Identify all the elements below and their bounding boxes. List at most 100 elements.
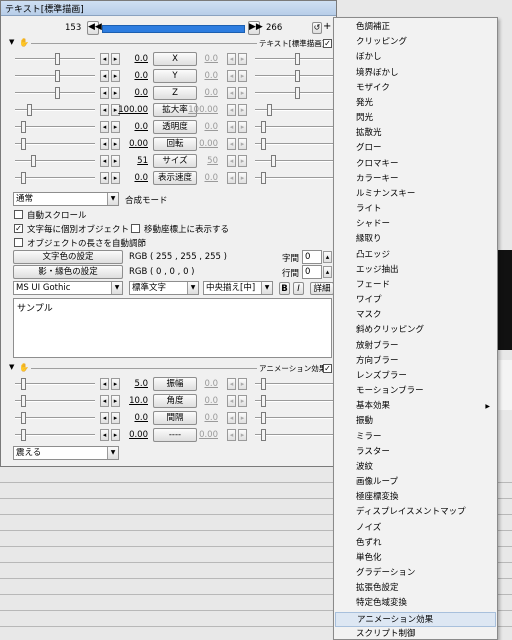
menu-item[interactable]: ミラー bbox=[335, 430, 496, 445]
anim-param-value[interactable]: 0.0 bbox=[118, 413, 148, 423]
param-slider-left[interactable] bbox=[15, 138, 95, 150]
param-value[interactable]: 0.0 bbox=[118, 173, 148, 183]
menu-item[interactable]: フェード bbox=[335, 278, 496, 293]
font-family-select[interactable]: MS UI Gothic ▼ bbox=[13, 281, 123, 295]
param-slider-left[interactable] bbox=[15, 104, 95, 116]
anim-collapse-arrow-icon[interactable]: ▼ bbox=[9, 363, 14, 371]
param-end-increment-button[interactable]: ▸ bbox=[238, 121, 247, 133]
param-slider-right[interactable] bbox=[255, 121, 335, 133]
anim-param-slider-right[interactable] bbox=[255, 378, 335, 390]
detail-button[interactable]: 詳細 bbox=[310, 282, 334, 295]
menu-item[interactable]: マスク bbox=[335, 308, 496, 323]
per-char-checkbox[interactable]: ✓ bbox=[14, 224, 23, 233]
auto-scroll-checkbox[interactable] bbox=[14, 210, 23, 219]
param-slider-left[interactable] bbox=[15, 172, 95, 184]
param-end-decrement-button[interactable]: ◂ bbox=[227, 172, 236, 184]
param-decrement-button[interactable]: ◂ bbox=[100, 87, 109, 99]
param-decrement-button[interactable]: ◂ bbox=[100, 53, 109, 65]
menu-item[interactable]: アニメーション効果 bbox=[335, 611, 496, 627]
anim-param-end-increment-button[interactable]: ▸ bbox=[238, 378, 247, 390]
anim-param-end-increment-button[interactable]: ▸ bbox=[238, 429, 247, 441]
line-spacing-spin[interactable]: ▴ bbox=[323, 266, 332, 278]
param-slider-right[interactable] bbox=[255, 172, 335, 184]
menu-item[interactable]: 縁取り bbox=[335, 232, 496, 247]
bold-button[interactable]: B bbox=[279, 282, 290, 295]
menu-item[interactable]: レンズブラー bbox=[335, 369, 496, 384]
anim-param-slider-right[interactable] bbox=[255, 395, 335, 407]
param-end-decrement-button[interactable]: ◂ bbox=[227, 121, 236, 133]
param-end-decrement-button[interactable]: ◂ bbox=[227, 87, 236, 99]
param-end-decrement-button[interactable]: ◂ bbox=[227, 70, 236, 82]
line-spacing-input[interactable]: 0 bbox=[302, 265, 322, 279]
param-decrement-button[interactable]: ◂ bbox=[100, 138, 109, 150]
param-decrement-button[interactable]: ◂ bbox=[100, 172, 109, 184]
menu-item[interactable]: ワイプ bbox=[335, 293, 496, 308]
menu-item[interactable]: グロー bbox=[335, 141, 496, 156]
anim-param-slider-left[interactable] bbox=[15, 412, 95, 424]
text-align-select[interactable]: 中央揃え[中] ▼ bbox=[203, 281, 273, 295]
menu-item[interactable]: モザイク bbox=[335, 81, 496, 96]
param-slider-right[interactable] bbox=[255, 53, 335, 65]
menu-item[interactable]: スクリプト制御 bbox=[335, 627, 496, 640]
menu-item[interactable]: 波紋 bbox=[335, 460, 496, 475]
shadow-color-button[interactable]: 影・縁色の設定 bbox=[13, 265, 123, 279]
menu-item[interactable]: 発光 bbox=[335, 96, 496, 111]
param-slider-right[interactable] bbox=[255, 104, 335, 116]
auto-length-checkbox[interactable] bbox=[14, 238, 23, 247]
menu-item[interactable]: ライト bbox=[335, 202, 496, 217]
menu-item[interactable]: 色ずれ bbox=[335, 536, 496, 551]
next-frame-button[interactable]: ▶▶ bbox=[248, 21, 263, 35]
param-end-increment-button[interactable]: ▸ bbox=[238, 104, 247, 116]
menu-item[interactable]: シャドー bbox=[335, 217, 496, 232]
menu-item[interactable]: クロマキー bbox=[335, 157, 496, 172]
param-value[interactable]: 0.0 bbox=[118, 71, 148, 81]
anim-param-decrement-button[interactable]: ◂ bbox=[100, 429, 109, 441]
text-input-area[interactable]: サンプル bbox=[13, 298, 332, 358]
menu-item[interactable]: 色調補正 bbox=[335, 20, 496, 35]
param-end-increment-button[interactable]: ▸ bbox=[238, 70, 247, 82]
anim-param-end-decrement-button[interactable]: ◂ bbox=[227, 395, 236, 407]
param-slider-right[interactable] bbox=[255, 87, 335, 99]
text-style-select[interactable]: 標準文字 ▼ bbox=[129, 281, 199, 295]
menu-item[interactable]: 単色化 bbox=[335, 551, 496, 566]
anim-param-value[interactable]: 10.0 bbox=[118, 396, 148, 406]
on-coord-checkbox[interactable] bbox=[131, 224, 140, 233]
param-decrement-button[interactable]: ◂ bbox=[100, 70, 109, 82]
param-end-increment-button[interactable]: ▸ bbox=[238, 172, 247, 184]
param-decrement-button[interactable]: ◂ bbox=[100, 104, 109, 116]
param-slider-left[interactable] bbox=[15, 53, 95, 65]
char-spacing-spin[interactable]: ▴ bbox=[323, 251, 332, 263]
param-slider-left[interactable] bbox=[15, 121, 95, 133]
param-end-decrement-button[interactable]: ◂ bbox=[227, 53, 236, 65]
param-end-increment-button[interactable]: ▸ bbox=[238, 87, 247, 99]
refresh-icon[interactable]: ↺ bbox=[312, 22, 322, 34]
menu-item[interactable]: ノイズ bbox=[335, 521, 496, 536]
collapse-arrow-icon[interactable]: ▼ bbox=[9, 38, 14, 46]
param-end-increment-button[interactable]: ▸ bbox=[238, 53, 247, 65]
anim-param-value[interactable]: 5.0 bbox=[118, 379, 148, 389]
anim-param-end-decrement-button[interactable]: ◂ bbox=[227, 412, 236, 424]
anim-param-slider-left[interactable] bbox=[15, 395, 95, 407]
param-slider-left[interactable] bbox=[15, 70, 95, 82]
param-decrement-button[interactable]: ◂ bbox=[100, 155, 109, 167]
param-value[interactable]: 0.0 bbox=[118, 88, 148, 98]
anim-param-slider-right[interactable] bbox=[255, 412, 335, 424]
title-bar[interactable]: テキスト[標準描画] bbox=[1, 1, 336, 16]
menu-item[interactable]: カラーキー bbox=[335, 172, 496, 187]
object-enable-checkbox[interactable]: ✓ bbox=[323, 39, 332, 48]
menu-item[interactable]: モーションブラー bbox=[335, 384, 496, 399]
param-value[interactable]: 0.00 bbox=[118, 139, 148, 149]
param-end-increment-button[interactable]: ▸ bbox=[238, 138, 247, 150]
menu-item[interactable]: 画像ループ bbox=[335, 475, 496, 490]
param-end-decrement-button[interactable]: ◂ bbox=[227, 155, 236, 167]
anim-param-slider-right[interactable] bbox=[255, 429, 335, 441]
anim-type-select[interactable]: 震える ▼ bbox=[13, 446, 119, 460]
menu-item[interactable]: 振動 bbox=[335, 414, 496, 429]
menu-item[interactable]: 境界ぼかし bbox=[335, 66, 496, 81]
param-end-decrement-button[interactable]: ◂ bbox=[227, 104, 236, 116]
plus-icon[interactable]: + bbox=[323, 21, 331, 32]
menu-item[interactable]: エッジ抽出 bbox=[335, 263, 496, 278]
menu-item[interactable]: 方向ブラー bbox=[335, 354, 496, 369]
char-spacing-input[interactable]: 0 bbox=[302, 250, 322, 264]
blend-mode-select[interactable]: 通常 ▼ bbox=[13, 192, 119, 206]
